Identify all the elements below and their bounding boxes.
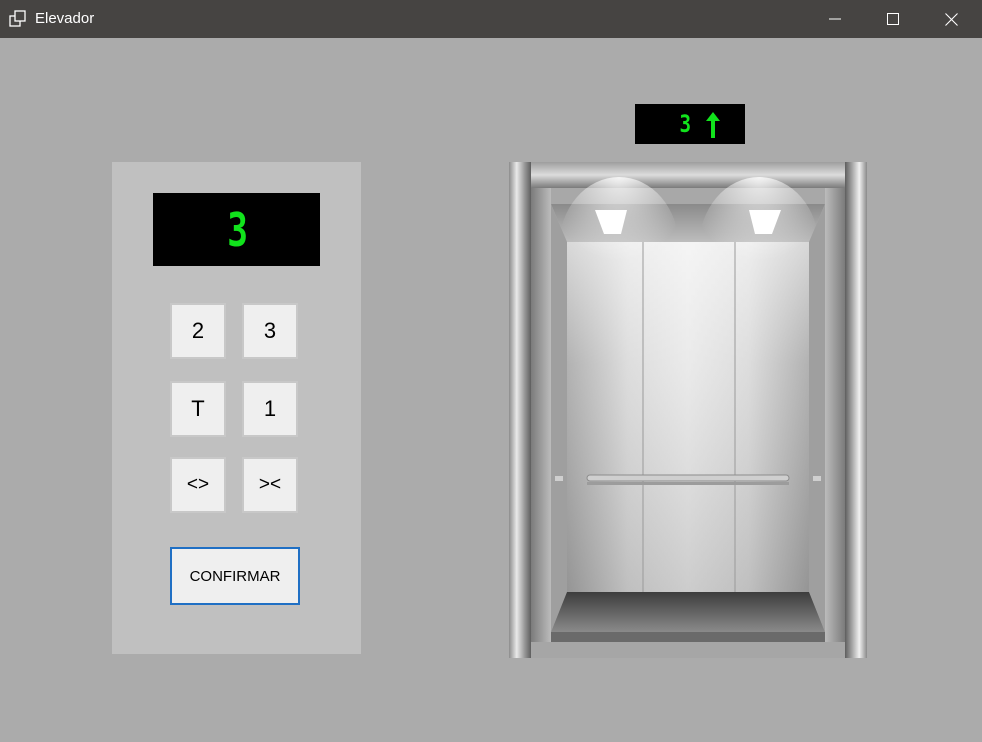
elevator-image [509,162,867,658]
minimize-button[interactable] [806,0,864,38]
floor-display-value: 3 [226,202,248,257]
window-title: Elevador [35,10,95,27]
app-window: Elevador 3 2 3 T 1 <> >< CONFIRMAR 3 [0,0,982,742]
close-button[interactable] [922,0,980,38]
close-doors-button[interactable]: >< [242,457,298,513]
minimize-icon [829,18,841,20]
floor-indicator: 3 [635,104,745,144]
app-window-icon [9,10,26,27]
ground-floor-button[interactable]: T [170,381,226,437]
floor-display: 3 [153,193,320,266]
maximize-icon [887,13,899,25]
indicator-floor-value: 3 [679,110,691,138]
confirm-button[interactable]: CONFIRMAR [170,547,300,605]
maximize-button[interactable] [864,0,922,38]
floor-2-button[interactable]: 2 [170,303,226,359]
floor-1-button[interactable]: 1 [242,381,298,437]
open-doors-button[interactable]: <> [170,457,226,513]
up-arrow-icon [706,112,720,138]
title-bar: Elevador [0,0,982,38]
floor-3-button[interactable]: 3 [242,303,298,359]
indicator-floor: 3 [673,108,697,140]
elevator-control-panel: 3 2 3 T 1 <> >< CONFIRMAR [112,162,361,654]
close-icon [944,12,958,26]
